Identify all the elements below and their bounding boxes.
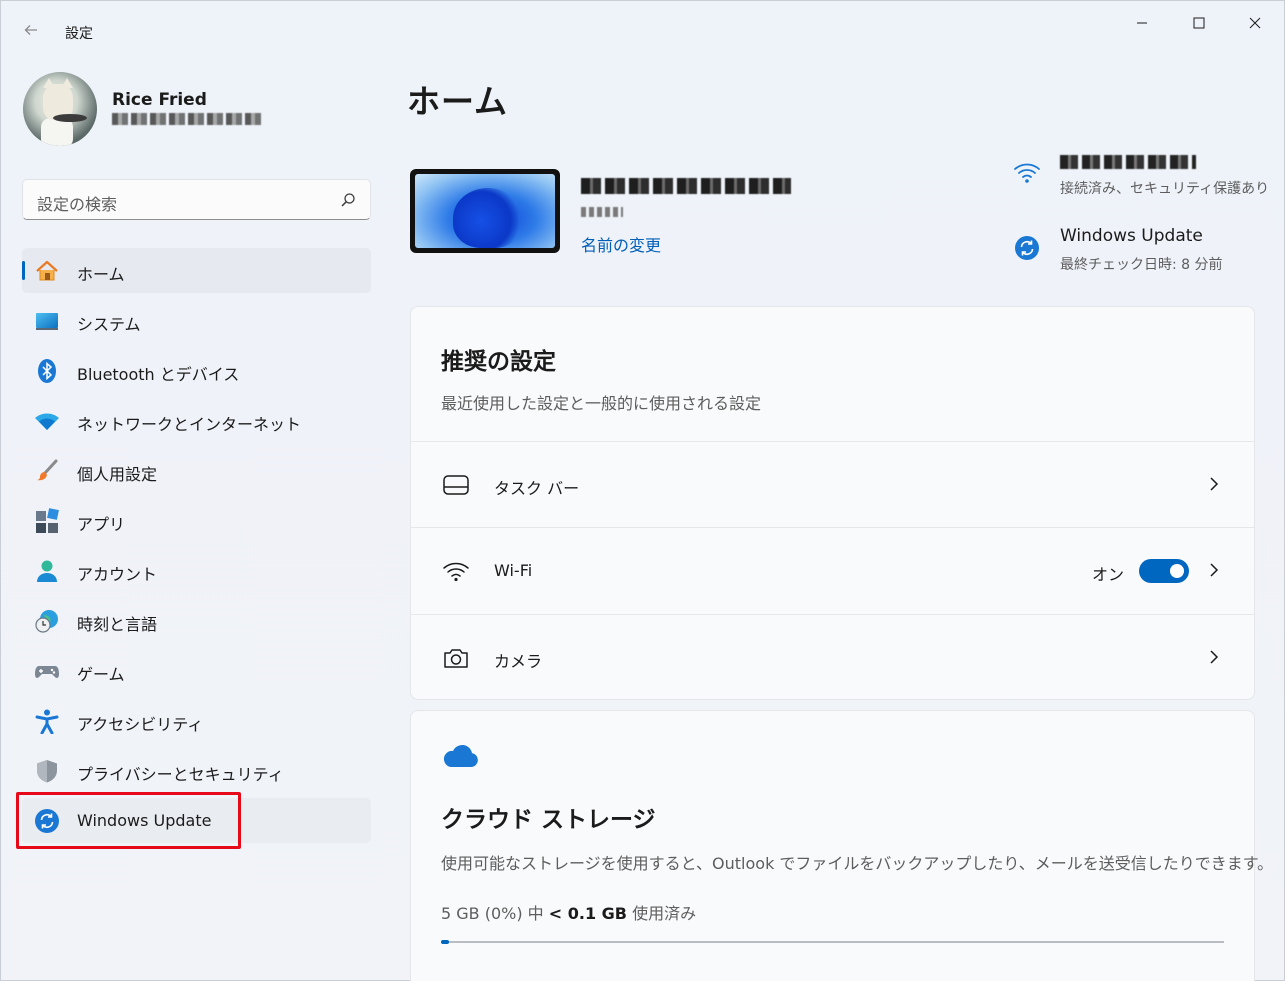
taskbar-icon [442,472,470,498]
accessibility-icon [34,708,60,734]
setting-row-label: タスク バー [494,479,580,498]
maximize-icon [1193,17,1205,29]
active-indicator [22,261,25,280]
sidebar-item-personalization[interactable]: 個人用設定 [22,448,371,493]
windows-update-icon [34,808,60,834]
minimize-icon [1137,22,1147,24]
wifi-icon [442,558,470,584]
device-thumbnail [410,169,560,253]
arrow-left-icon [24,25,37,35]
chevron-right-icon [1210,563,1219,577]
storage-used-suffix: 使用済み [632,904,697,923]
sidebar-item-label: Bluetooth とデバイス [77,365,240,384]
storage-progress-bar [441,940,1224,944]
sidebar-item-accounts[interactable]: アカウント [22,548,371,593]
sidebar-item-label: ゲーム [77,665,125,684]
update-status-title: Windows Update [1060,226,1203,246]
chevron-right-icon [1210,650,1219,664]
storage-used: < 0.1 GB [548,904,627,923]
cloud-storage-card: クラウド ストレージ 使用可能なストレージを使用すると、Outlook でファイ… [410,710,1273,981]
sidebar-item-accessibility[interactable]: アクセシビリティ [22,698,371,743]
card-description: 使用可能なストレージを使用すると、Outlook でファイルをバックアップしたり… [441,854,1274,873]
chevron-right-icon [1210,477,1219,491]
wifi-status-icon [1012,157,1042,187]
settings-window: 設定 Rice Fried 設定の検索 ホーム システム Bluetooth と… [0,0,1285,981]
wifi-toggle[interactable] [1139,559,1189,583]
close-button[interactable] [1232,9,1278,37]
setting-row-wifi[interactable]: Wi-Fi オン [411,527,1254,613]
card-subtitle: 最近使用した設定と一般的に使用される設定 [441,394,762,413]
user-email-redacted [112,113,264,125]
search-icon [341,193,355,207]
search-box[interactable]: 設定の検索 [22,179,371,220]
sidebar-item-home[interactable]: ホーム [22,248,371,293]
device-model-redacted [581,207,623,217]
shield-icon [34,758,60,784]
network-icon [34,408,60,434]
time-language-icon [34,608,60,634]
sidebar-item-label: Windows Update [77,811,212,830]
sidebar-item-label: プライバシーとセキュリティ [77,765,284,784]
search-input[interactable]: 設定の検索 [37,191,117,215]
apps-icon [34,508,60,534]
sidebar-item-system[interactable]: システム [22,298,371,343]
sidebar-item-label: アプリ [77,515,126,534]
sidebar-item-apps[interactable]: アプリ [22,498,371,543]
update-status-text: 最終チェック日時: 8 分前 [1060,257,1223,273]
sidebar-item-windows-update[interactable]: Windows Update [22,798,371,843]
wifi-network-name-redacted [1060,155,1196,169]
sidebar-item-network[interactable]: ネットワークとインターネット [22,398,371,443]
gamepad-icon [34,658,60,684]
sidebar-item-label: 時刻と言語 [77,615,158,634]
system-icon [34,308,60,334]
card-title: クラウド ストレージ [441,807,656,833]
back-button[interactable] [19,21,43,45]
recommended-settings-card: 推奨の設定 最近使用した設定と一般的に使用される設定 タスク バー Wi-Fi … [410,306,1255,700]
storage-total: 5 GB (0%) 中 [441,904,544,923]
page-title: ホーム [407,82,509,121]
toggle-knob [1170,564,1184,578]
card-title: 推奨の設定 [441,349,556,375]
sidebar-item-label: ネットワークとインターネット [77,415,302,434]
minimize-button[interactable] [1119,9,1165,37]
home-icon [34,258,60,284]
toggle-state-label: オン [1091,565,1124,584]
sidebar-nav: ホーム システム Bluetooth とデバイス ネットワークとインターネット … [22,248,371,848]
storage-usage-text: 5 GB (0%) 中 < 0.1 GB 使用済み [441,900,696,924]
setting-row-taskbar[interactable]: タスク バー [411,441,1254,527]
app-title: 設定 [65,26,93,42]
user-name: Rice Fried [112,90,207,110]
cloud-icon [443,744,478,767]
sidebar-item-label: アクセシビリティ [77,715,204,734]
storage-progress-fill [441,940,449,944]
setting-row-label: カメラ [494,652,543,671]
maximize-button[interactable] [1176,9,1222,37]
bluetooth-icon [34,358,60,384]
sidebar-item-label: システム [77,315,141,334]
windows-update-icon [1012,233,1042,263]
setting-row-camera[interactable]: カメラ [411,614,1254,700]
sidebar-item-gaming[interactable]: ゲーム [22,648,371,693]
rename-link[interactable]: 名前の変更 [581,232,661,256]
account-icon [34,558,60,584]
setting-row-label: Wi-Fi [494,561,533,580]
camera-icon [442,645,470,671]
sidebar-item-label: アカウント [77,565,158,584]
sidebar-item-label: 個人用設定 [77,465,158,484]
sidebar-item-time-language[interactable]: 時刻と言語 [22,598,371,643]
sidebar-item-label: ホーム [77,265,125,284]
brush-icon [34,458,60,484]
device-name-redacted [581,178,791,194]
title-bar: 設定 [1,1,1284,49]
sidebar-item-privacy[interactable]: プライバシーとセキュリティ [22,748,371,793]
avatar[interactable] [23,72,97,146]
wifi-status-text: 接続済み、セキュリティ保護あり [1060,181,1270,197]
close-icon [1249,17,1261,29]
sidebar-item-bluetooth[interactable]: Bluetooth とデバイス [22,348,371,393]
